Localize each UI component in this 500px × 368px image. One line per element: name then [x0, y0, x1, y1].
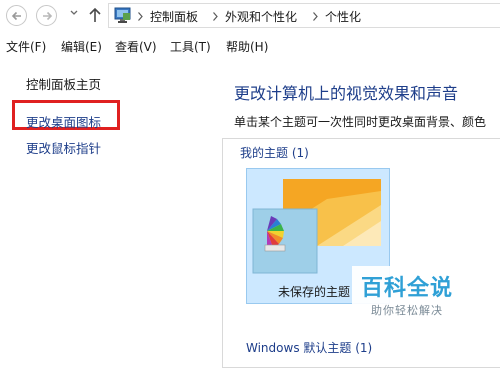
change-mouse-pointers-link[interactable]: 更改鼠标指针 — [26, 138, 101, 157]
breadcrumb-separator-icon — [138, 12, 143, 21]
menu-view[interactable]: 查看(V) — [115, 38, 157, 55]
back-button[interactable] — [6, 5, 27, 26]
control-panel-icon — [114, 7, 131, 23]
recent-pages-chevron-icon[interactable] — [70, 10, 78, 16]
forward-button[interactable] — [36, 5, 57, 26]
watermark-title: 百科全说 — [360, 276, 453, 301]
breadcrumb-separator-icon — [213, 12, 218, 21]
my-themes-group-label: 我的主题 (1) — [240, 146, 309, 160]
breadcrumb[interactable]: 控制面板 外观和个性化 个性化 — [108, 3, 500, 28]
page-description: 单击某个主题可一次性同时更改桌面背景、颜色 — [234, 115, 487, 129]
theme-tile-name: 未保存的主题 — [278, 285, 351, 299]
page-title: 更改计算机上的视觉效果和声音 — [234, 84, 459, 103]
breadcrumb-item-personalization[interactable]: 个性化 — [325, 8, 361, 25]
watermark-logo: 百科全说 助你轻松解决 — [352, 266, 462, 326]
up-arrow-icon[interactable] — [88, 7, 102, 23]
breadcrumb-item-appearance[interactable]: 外观和个性化 — [225, 8, 297, 25]
menu-help[interactable]: 帮助(H) — [226, 38, 268, 55]
forward-arrow-icon — [43, 11, 53, 21]
menu-bar: 文件(F) 编辑(E) 查看(V) 工具(T) 帮助(H) — [0, 34, 500, 58]
menu-file[interactable]: 文件(F) — [6, 38, 46, 55]
windows-default-themes-group-label: Windows 默认主题 (1) — [246, 341, 373, 355]
left-pane: 控制面板主页 更改桌面图标 更改鼠标指针 — [0, 58, 216, 351]
breadcrumb-separator-icon — [313, 12, 318, 21]
menu-edit[interactable]: 编辑(E) — [61, 38, 102, 55]
watermark-subtitle: 助你轻松解决 — [371, 304, 443, 317]
menu-tools[interactable]: 工具(T) — [170, 38, 211, 55]
address-bar: 控制面板 外观和个性化 个性化 — [0, 0, 500, 32]
breadcrumb-item-control-panel[interactable]: 控制面板 — [150, 8, 198, 25]
back-arrow-icon — [11, 11, 21, 21]
control-panel-home-link[interactable]: 控制面板主页 — [26, 74, 101, 93]
change-desktop-icons-link[interactable]: 更改桌面图标 — [26, 112, 101, 131]
